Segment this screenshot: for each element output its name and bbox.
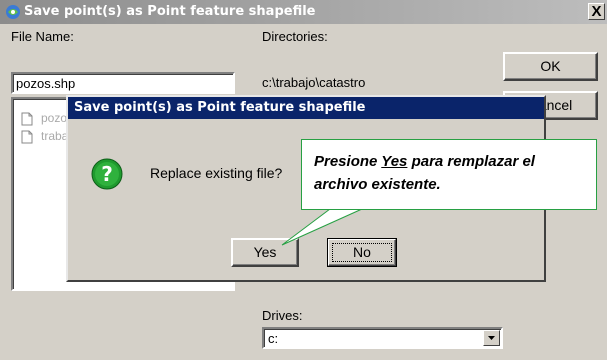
chevron-down-icon [488,336,495,340]
dialog-titlebar[interactable]: Save point(s) as Point feature shapefile [68,97,544,119]
callout-emphasis: Yes [381,153,408,170]
document-icon [21,112,33,126]
directories-label: Directories: [262,29,328,44]
drives-label: Drives: [262,308,303,323]
directory-path: c:\trabajo\catastro [262,75,366,90]
ok-button[interactable]: OK [503,52,598,81]
drive-value: c: [268,331,279,346]
dialog-message: Replace existing file? [150,165,283,181]
main-title: Save point(s) as Point feature shapefile [24,4,316,19]
close-button[interactable]: X [588,3,605,20]
yes-button[interactable]: Yes [231,238,299,267]
drive-select[interactable]: c: [262,327,503,349]
file-name-field[interactable]: pozos.shp [11,72,235,94]
dialog-title: Save point(s) as Point feature shapefile [74,100,366,115]
no-button[interactable]: No [327,238,397,267]
no-button-label: No [353,244,371,260]
file-name-label: File Name: [11,29,74,44]
callout-prefix: Presione [314,153,382,170]
question-icon: ? [91,158,123,190]
instruction-callout: Presione Yes para remplazar el archivo e… [301,139,597,210]
app-icon [6,5,20,19]
drive-dropdown-button[interactable] [483,330,500,346]
svg-text:?: ? [101,162,113,186]
document-icon [21,130,33,144]
file-name-value: pozos.shp [16,76,76,91]
main-titlebar[interactable]: Save point(s) as Point feature shapefile… [0,0,607,24]
